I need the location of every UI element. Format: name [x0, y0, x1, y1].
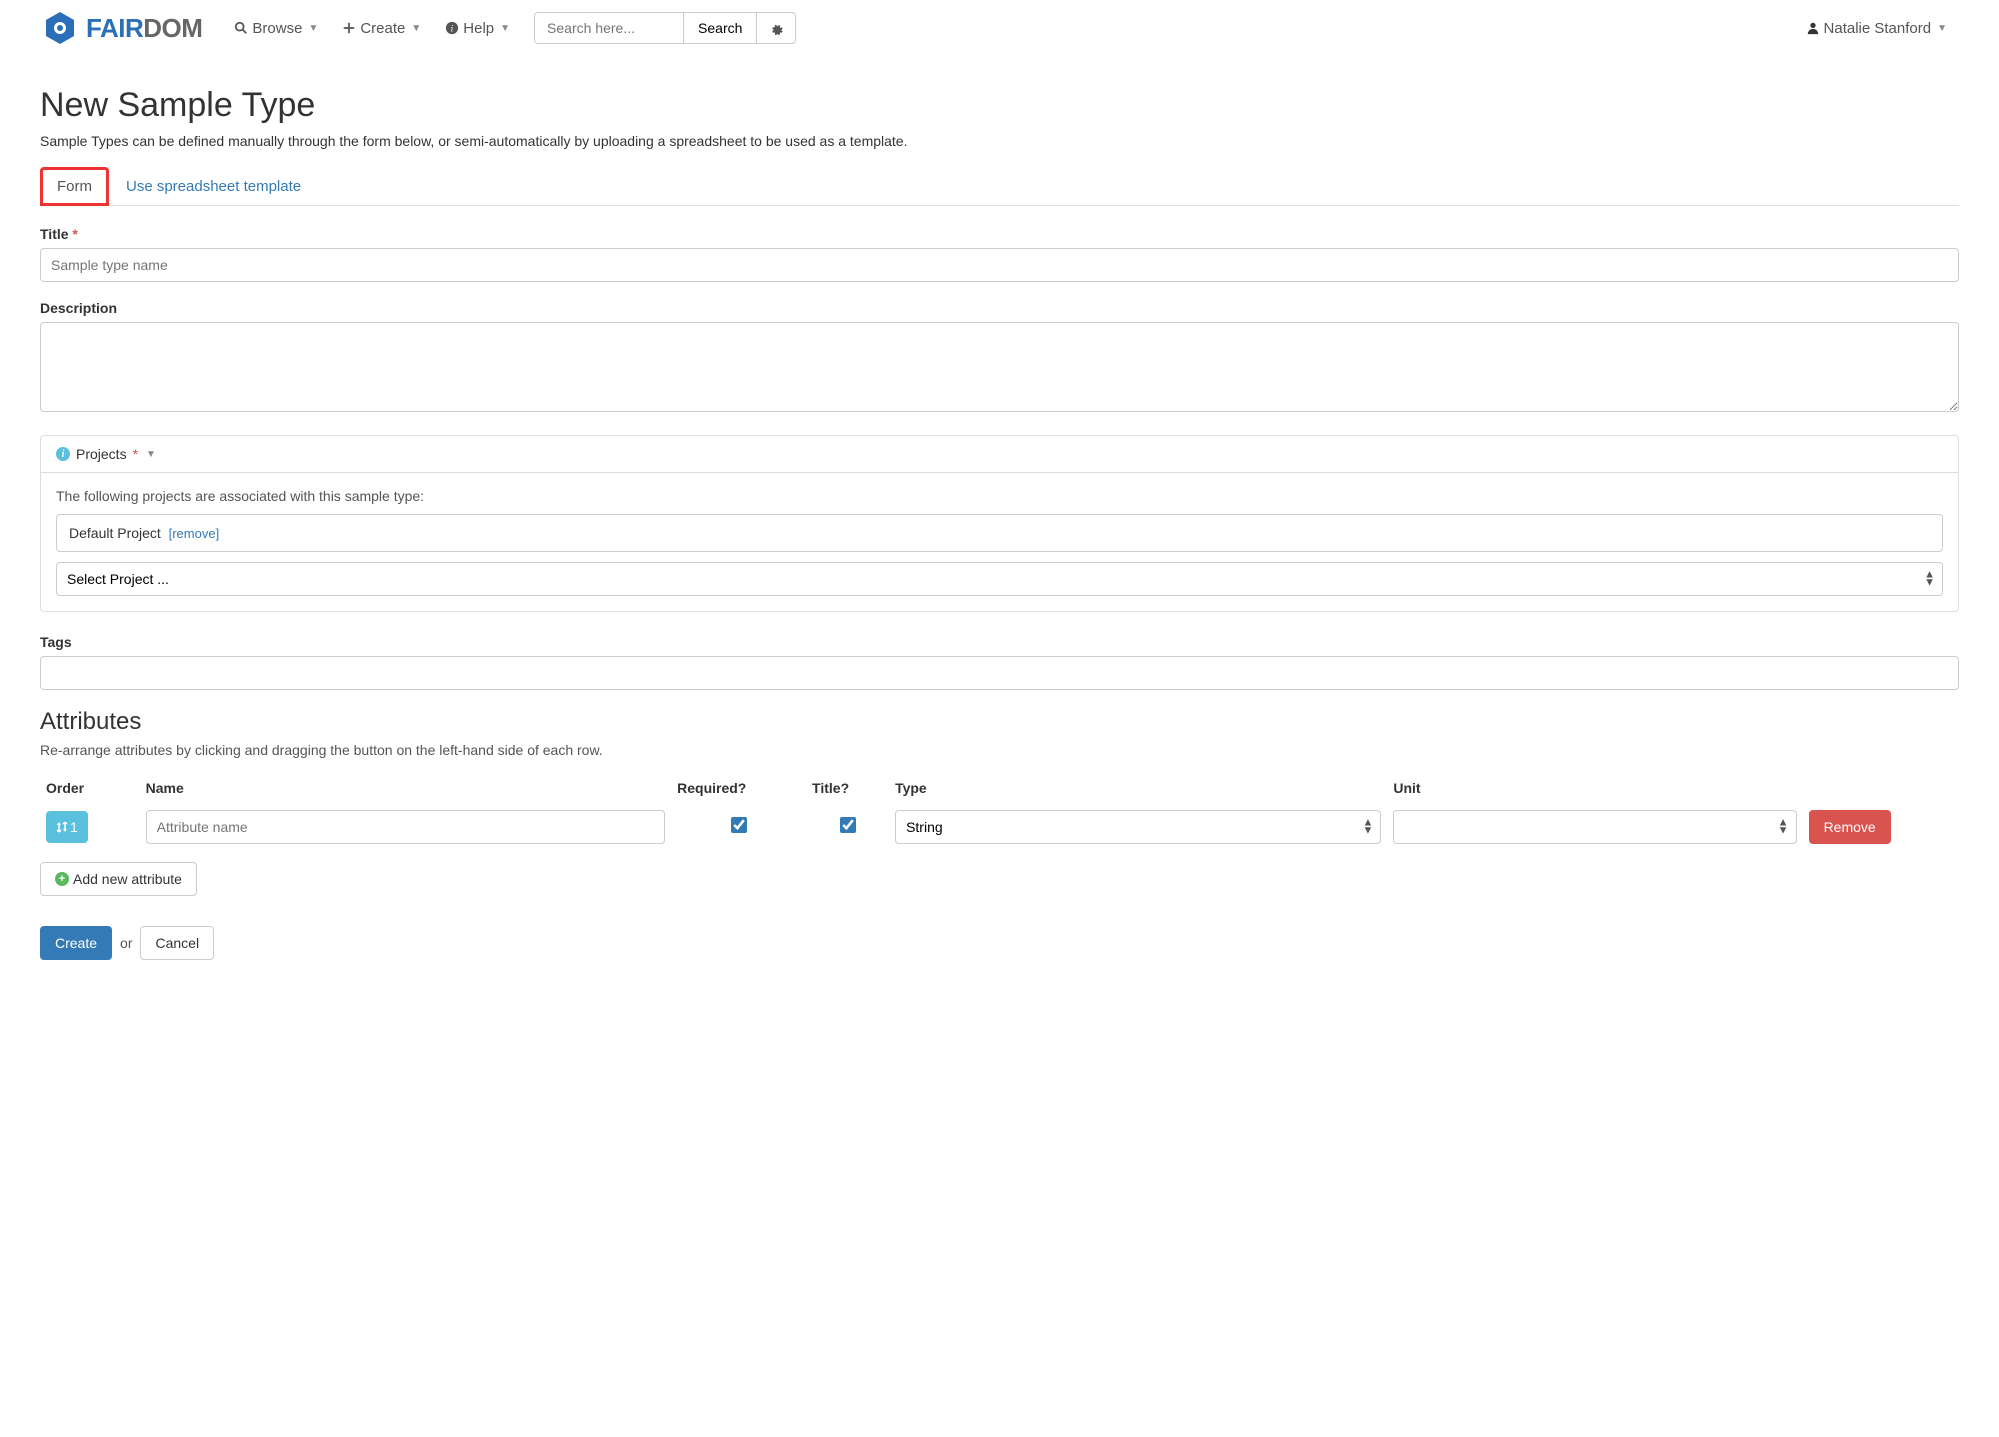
user-menu[interactable]: Natalie Stanford▼ [1794, 12, 1959, 45]
caret-icon: ▼ [500, 23, 510, 34]
col-title: Title? [806, 772, 889, 804]
add-attribute-button[interactable]: + Add new attribute [40, 862, 197, 896]
nav-help[interactable]: i Help▼ [433, 12, 522, 45]
project-chip: Default Project [remove] [56, 514, 1943, 552]
page-subtitle: Sample Types can be defined manually thr… [40, 133, 1959, 149]
search-input[interactable] [534, 12, 684, 44]
attribute-row: 1 String ▲▼ ▲▼ R [40, 804, 1959, 850]
search-settings-button[interactable] [757, 12, 796, 44]
plus-icon [342, 21, 356, 35]
tab-form[interactable]: Form [40, 167, 109, 206]
projects-assoc-text: The following projects are associated wi… [56, 488, 1943, 504]
type-select[interactable]: String [895, 810, 1381, 844]
info-icon: i [56, 447, 70, 461]
nav-browse[interactable]: Browse▼ [222, 12, 330, 45]
gear-icon [769, 22, 783, 36]
remove-attribute-button[interactable]: Remove [1809, 810, 1891, 844]
attribute-name-input[interactable] [146, 810, 665, 844]
remove-project-link[interactable]: [remove] [169, 526, 220, 541]
info-icon: i [445, 21, 459, 35]
col-type: Type [889, 772, 1387, 804]
or-text: or [120, 935, 132, 951]
logo[interactable]: FAIRDOM [40, 8, 202, 48]
search-button[interactable]: Search [684, 12, 757, 44]
sort-icon [56, 821, 68, 833]
title-input[interactable] [40, 248, 1959, 282]
caret-icon: ▼ [1937, 23, 1947, 34]
caret-icon: ▼ [146, 449, 156, 460]
unit-select[interactable] [1393, 810, 1796, 844]
col-name: Name [140, 772, 671, 804]
tags-label: Tags [40, 634, 1959, 650]
tab-spreadsheet[interactable]: Use spreadsheet template [109, 167, 318, 206]
required-checkbox[interactable] [731, 817, 747, 833]
logo-fair: FAIR [86, 13, 143, 43]
tags-input[interactable] [40, 656, 1959, 690]
search-icon [234, 21, 248, 35]
title-label: Title * [40, 226, 1959, 242]
attributes-heading: Attributes [40, 708, 1959, 736]
projects-panel-header[interactable]: i Projects * ▼ [41, 436, 1958, 473]
cancel-button[interactable]: Cancel [140, 926, 214, 960]
description-label: Description [40, 300, 1959, 316]
svg-text:i: i [451, 24, 454, 35]
create-button[interactable]: Create [40, 926, 112, 960]
plus-circle-icon: + [55, 872, 69, 886]
logo-dom: DOM [143, 13, 202, 43]
col-order: Order [40, 772, 140, 804]
logo-icon [40, 8, 80, 48]
col-unit: Unit [1387, 772, 1802, 804]
title-checkbox[interactable] [840, 817, 856, 833]
select-project[interactable]: Select Project ... [56, 562, 1943, 596]
nav-create[interactable]: Create▼ [330, 12, 433, 45]
caret-icon: ▼ [411, 23, 421, 34]
page-title: New Sample Type [40, 86, 1959, 125]
caret-icon: ▼ [308, 23, 318, 34]
order-handle[interactable]: 1 [46, 811, 88, 843]
description-input[interactable] [40, 322, 1959, 412]
user-icon [1806, 21, 1820, 35]
col-required: Required? [671, 772, 806, 804]
attributes-desc: Re-arrange attributes by clicking and dr… [40, 742, 1959, 758]
